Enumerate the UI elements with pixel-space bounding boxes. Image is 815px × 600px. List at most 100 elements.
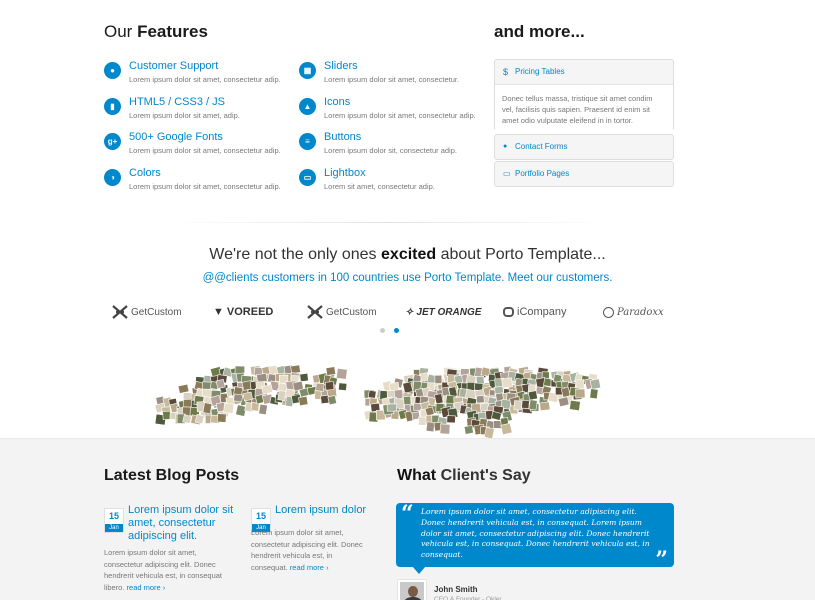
icompany-mark-icon bbox=[503, 307, 514, 317]
map-photo-tile bbox=[403, 395, 412, 405]
testimonial-author: John Smith bbox=[434, 585, 478, 594]
map-photo-tile bbox=[513, 400, 523, 411]
map-photo-tile bbox=[215, 378, 226, 390]
feature-title-link[interactable]: Buttons bbox=[324, 131, 361, 143]
map-photo-tile bbox=[446, 415, 456, 424]
feature-title-link[interactable]: 500+ Google Fonts bbox=[129, 131, 223, 143]
client-logo-voreed[interactable]: ▼ VOREED bbox=[213, 304, 273, 320]
map-photo-tile bbox=[261, 384, 274, 395]
map-photo-tile bbox=[202, 402, 213, 415]
post-excerpt: Lorem ipsum dolor sit amet, consectetur … bbox=[251, 528, 363, 572]
accordion-pricing-tables[interactable]: $ Pricing Tables Donec tellus massa, tri… bbox=[494, 59, 674, 134]
dollar-icon: $ bbox=[503, 67, 509, 77]
laptop-icon: ▭ bbox=[503, 169, 511, 178]
file-icon: ▮ bbox=[104, 97, 121, 115]
map-photo-tile bbox=[182, 414, 192, 424]
feature-desc: Lorem ipsum dolor sit amet, consectetur … bbox=[129, 75, 281, 84]
client-logo-getcustom-2[interactable]: GetCustom bbox=[307, 304, 377, 320]
accordion-label: Pricing Tables bbox=[515, 67, 565, 76]
desktop-icon: ▭ bbox=[299, 168, 316, 186]
post-date: 15 Jan bbox=[104, 508, 124, 533]
flask-icon: ▲ bbox=[299, 97, 316, 115]
testimonial-role: CEO & Founder - Okler bbox=[434, 596, 502, 600]
map-photo-tile bbox=[434, 393, 444, 405]
map-photo-tile bbox=[216, 413, 227, 423]
map-photo-tile bbox=[258, 403, 268, 416]
map-photo-tile bbox=[463, 425, 474, 435]
accordion-contact-forms[interactable]: ● Contact Forms bbox=[494, 134, 674, 160]
paradoxx-mark-icon bbox=[603, 306, 614, 318]
client-logo-icompany[interactable]: iCompany bbox=[503, 304, 567, 320]
feature-desc: Lorem ipsum dolor sit amet, consectetur … bbox=[129, 146, 281, 155]
feature-title-link[interactable]: Sliders bbox=[324, 60, 358, 72]
clients-heading: We're not the only ones excited about Po… bbox=[209, 246, 606, 263]
clients-subheading: @@clients customers in 100 countries use… bbox=[202, 272, 613, 284]
accordion-header-portfolio[interactable]: ▭ Portfolio Pages bbox=[495, 162, 673, 186]
map-photo-tile bbox=[298, 395, 309, 407]
feature-title-link[interactable]: Icons bbox=[324, 96, 350, 108]
feature-title-link[interactable]: Colors bbox=[129, 167, 161, 179]
map-photo-tile bbox=[434, 374, 443, 384]
map-photo-tile bbox=[528, 399, 538, 411]
more-title: and more... bbox=[494, 22, 585, 41]
feature-title-link[interactable]: Lightbox bbox=[324, 167, 366, 179]
quote-pointer bbox=[412, 566, 426, 574]
feature-title-link[interactable]: HTML5 / CSS3 / JS bbox=[129, 96, 225, 108]
map-photo-tile bbox=[439, 423, 451, 435]
map-photo-tile bbox=[521, 399, 530, 409]
avatar bbox=[398, 580, 426, 600]
map-photo-tile bbox=[527, 390, 538, 401]
carousel-dots bbox=[380, 328, 399, 333]
jet-mark-icon: ✧ bbox=[405, 306, 414, 318]
quote-open-icon: “ bbox=[401, 501, 414, 527]
voreed-mark-icon: ▼ bbox=[213, 306, 224, 318]
map-photo-tile bbox=[324, 381, 335, 391]
map-photo-tile bbox=[589, 388, 599, 400]
map-photo-tile bbox=[277, 390, 287, 402]
testimonial-quote: “ Lorem ipsum dolor sit amet, consectetu… bbox=[396, 501, 674, 573]
carousel-dot-1[interactable] bbox=[380, 328, 385, 333]
accordion-portfolio-pages[interactable]: ▭ Portfolio Pages bbox=[494, 161, 674, 187]
map-photo-tile bbox=[589, 378, 602, 390]
map-photo-tile bbox=[560, 386, 571, 398]
client-logo-paradoxx[interactable]: Paradoxx bbox=[603, 304, 664, 320]
map-photo-tile bbox=[569, 399, 581, 411]
map-photo-tile bbox=[335, 367, 348, 380]
map-photo-tile bbox=[424, 406, 435, 417]
google-plus-icon: g+ bbox=[104, 133, 121, 150]
user-icon: ● bbox=[104, 62, 121, 79]
map-photo-tile bbox=[575, 379, 585, 390]
read-more-link[interactable]: read more › bbox=[127, 583, 166, 592]
feature-desc: Lorem ipsum dolor sit amet, adip. bbox=[129, 110, 240, 120]
contrast-icon: ◑ bbox=[104, 168, 121, 186]
accordion-header-pricing[interactable]: $ Pricing Tables bbox=[495, 60, 673, 84]
read-more-link[interactable]: read more › bbox=[290, 563, 329, 572]
getcustom-mark-icon bbox=[112, 305, 128, 319]
map-photo-tile bbox=[223, 402, 235, 414]
map-photo-tile bbox=[315, 382, 325, 392]
accordion-header-contact[interactable]: ● Contact Forms bbox=[495, 135, 673, 159]
map-photo-tile bbox=[242, 391, 254, 402]
map-photo-tile bbox=[418, 416, 427, 426]
map-photo-tile bbox=[557, 396, 570, 408]
post-title-link[interactable]: Lorem ipsum dolor bbox=[275, 504, 375, 517]
map-photo-tile bbox=[367, 389, 377, 399]
client-logo-jetorange[interactable]: ✧ JET ORANGE bbox=[405, 304, 481, 320]
client-logo-getcustom[interactable]: GetCustom bbox=[112, 304, 182, 320]
testimonial-title: What Client's Say bbox=[397, 467, 531, 484]
carousel-dot-2[interactable] bbox=[394, 328, 399, 333]
quote-close-icon: ” bbox=[655, 547, 668, 573]
features-title: Our Features bbox=[104, 22, 208, 41]
film-icon: ▦ bbox=[299, 62, 316, 79]
list-icon: ≡ bbox=[299, 133, 316, 150]
map-photo-tile bbox=[325, 366, 337, 376]
feature-title-link[interactable]: Customer Support bbox=[129, 60, 218, 72]
map-photo-tile bbox=[425, 421, 435, 433]
map-photo-tile bbox=[177, 383, 190, 394]
accordion-body: Donec tellus massa, tristique sit amet c… bbox=[495, 84, 673, 134]
accordion-label: Contact Forms bbox=[515, 142, 568, 151]
map-photo-tile bbox=[575, 388, 586, 399]
photo-world-map bbox=[155, 364, 602, 440]
map-photo-tile bbox=[327, 395, 338, 406]
post-title-link[interactable]: Lorem ipsum dolor sit amet, consectetur … bbox=[128, 504, 238, 543]
